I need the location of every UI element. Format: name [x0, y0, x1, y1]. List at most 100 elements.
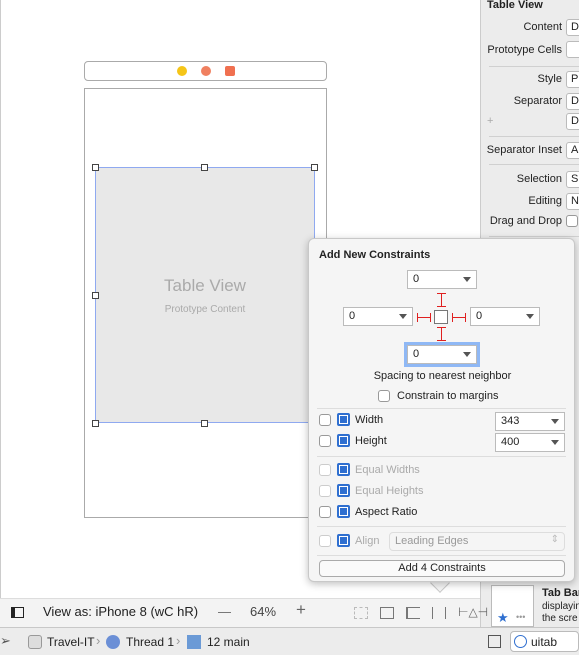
location-icon[interactable]: ➢	[0, 633, 11, 649]
add-new-constraints-icon[interactable]	[432, 607, 446, 619]
dropdown-arrow-icon	[463, 277, 471, 282]
equal-widths-checkbox[interactable]	[319, 464, 331, 476]
constraint-center-box	[434, 310, 448, 324]
equal-heights-checkbox[interactable]	[319, 485, 331, 497]
library-item-desc: the scre	[542, 613, 578, 624]
library-item-title: Tab Bar	[542, 587, 579, 599]
view-as-device-button[interactable]: View as: iPhone 8 (wC hR)	[43, 604, 198, 619]
leading-constraint-toggle[interactable]	[417, 317, 431, 318]
leading-spacing-value: 0	[349, 310, 356, 322]
constraint-cap	[437, 340, 446, 341]
trailing-spacing-value: 0	[476, 310, 483, 322]
height-checkbox[interactable]	[319, 435, 331, 447]
dropdown-arrow-icon	[526, 314, 534, 319]
align-checkbox[interactable]	[319, 535, 331, 547]
prototype-cells-label: Prototype Cells	[487, 44, 562, 56]
divider	[317, 526, 566, 527]
editing-select[interactable]: N	[566, 193, 579, 210]
bottom-constraint-toggle[interactable]	[441, 327, 442, 341]
debug-bar: ➢ Travel-IT › Thread 1 › 12 main uitab	[0, 627, 579, 655]
resize-handle[interactable]	[201, 420, 208, 427]
separator-select[interactable]: D	[566, 93, 579, 110]
add-variation-icon[interactable]: +	[487, 115, 493, 127]
add-new-constraints-popover: Add New Constraints 0 0 0 0 Spacing to n…	[308, 238, 575, 582]
selection-label: Selection	[516, 173, 562, 185]
filter-icon	[514, 635, 527, 648]
aspect-ratio-label: Aspect Ratio	[355, 506, 418, 518]
table-view-subtitle: Prototype Content	[164, 304, 246, 315]
resolve-auto-layout-icon[interactable]: ⊢△⊣	[458, 605, 488, 619]
breadcrumb-frame[interactable]: 12 main	[207, 635, 250, 649]
width-value: 343	[501, 415, 520, 427]
add-constraints-button[interactable]: Add 4 Constraints	[319, 560, 565, 577]
dropdown-arrow-icon	[551, 440, 559, 445]
zoom-out-button[interactable]: —	[218, 604, 231, 619]
zoom-level: 64%	[250, 604, 277, 619]
dropdown-arrow-icon	[551, 419, 559, 424]
width-checkbox[interactable]	[319, 414, 331, 426]
content-select[interactable]: D	[566, 19, 579, 36]
height-label: Height	[355, 435, 387, 447]
separator-inset-select[interactable]: A	[566, 142, 579, 159]
chevron-right-icon: ›	[176, 633, 181, 648]
bottom-spacing-value: 0	[413, 348, 420, 360]
library-item-thumbnail[interactable]: ★ •••	[491, 585, 534, 627]
zoom-in-button[interactable]: +	[296, 600, 306, 620]
resize-handle[interactable]	[92, 164, 99, 171]
divider	[317, 408, 566, 409]
height-icon	[337, 434, 350, 447]
trailing-spacing-field[interactable]: 0	[470, 307, 540, 326]
aspect-ratio-checkbox[interactable]	[319, 506, 331, 518]
library-item-desc: displayin	[542, 601, 579, 612]
top-spacing-field[interactable]: 0	[407, 270, 477, 289]
breadcrumb-target[interactable]: Travel-IT	[47, 635, 95, 649]
align-value: Leading Edges	[395, 535, 469, 547]
equal-heights-icon	[337, 484, 350, 497]
app-icon	[28, 635, 42, 649]
align-label: Align	[355, 535, 380, 547]
height-field[interactable]: 400	[495, 433, 565, 452]
selection-select[interactable]: S	[566, 171, 579, 188]
style-label: Style	[537, 73, 562, 85]
filter-value: uitab	[531, 635, 558, 649]
align-select[interactable]: Leading Edges ⇕	[389, 532, 565, 551]
constraint-cap	[437, 327, 446, 328]
drag-and-drop-checkbox[interactable]	[566, 215, 578, 227]
align-icon[interactable]	[406, 607, 420, 619]
align-icon	[337, 534, 350, 547]
toggle-outline-icon[interactable]	[11, 607, 24, 618]
constrain-to-margins-label: Constrain to margins	[397, 390, 499, 402]
separator-inset-label: Separator Inset	[486, 144, 562, 156]
divider	[317, 456, 566, 457]
style-select[interactable]: P	[566, 71, 579, 88]
separator-color-select[interactable]: D	[566, 113, 579, 130]
constrain-to-margins-checkbox[interactable]	[378, 390, 390, 402]
constraint-cap	[465, 313, 466, 322]
dropdown-arrow-icon	[463, 352, 471, 357]
update-frames-icon[interactable]	[354, 607, 368, 619]
resize-handle[interactable]	[201, 164, 208, 171]
breadcrumb-thread[interactable]: Thread 1	[126, 635, 174, 649]
stack-frame-icon	[187, 635, 201, 649]
exit-icon[interactable]	[225, 66, 235, 76]
scene-dock	[84, 61, 327, 81]
divider	[489, 236, 579, 237]
inspector-section-title: Table View	[487, 0, 543, 11]
trailing-constraint-toggle[interactable]	[452, 317, 466, 318]
library-filter-input[interactable]: uitab	[510, 631, 579, 652]
prototype-cells-field[interactable]	[566, 41, 579, 58]
embed-in-stack-icon[interactable]	[380, 607, 394, 619]
table-view-title: Table View	[164, 276, 246, 295]
bottom-spacing-field[interactable]: 0	[404, 342, 480, 367]
leading-spacing-field[interactable]: 0	[343, 307, 413, 326]
first-responder-icon[interactable]	[201, 66, 211, 76]
view-controller-icon[interactable]	[177, 66, 187, 76]
aspect-ratio-icon	[337, 505, 350, 518]
divider	[489, 164, 579, 165]
resize-handle[interactable]	[311, 164, 318, 171]
width-field[interactable]: 343	[495, 412, 565, 431]
library-grid-icon[interactable]	[488, 635, 501, 648]
constraint-cap	[437, 306, 446, 307]
resize-handle[interactable]	[92, 420, 99, 427]
top-constraint-toggle[interactable]	[441, 293, 442, 307]
